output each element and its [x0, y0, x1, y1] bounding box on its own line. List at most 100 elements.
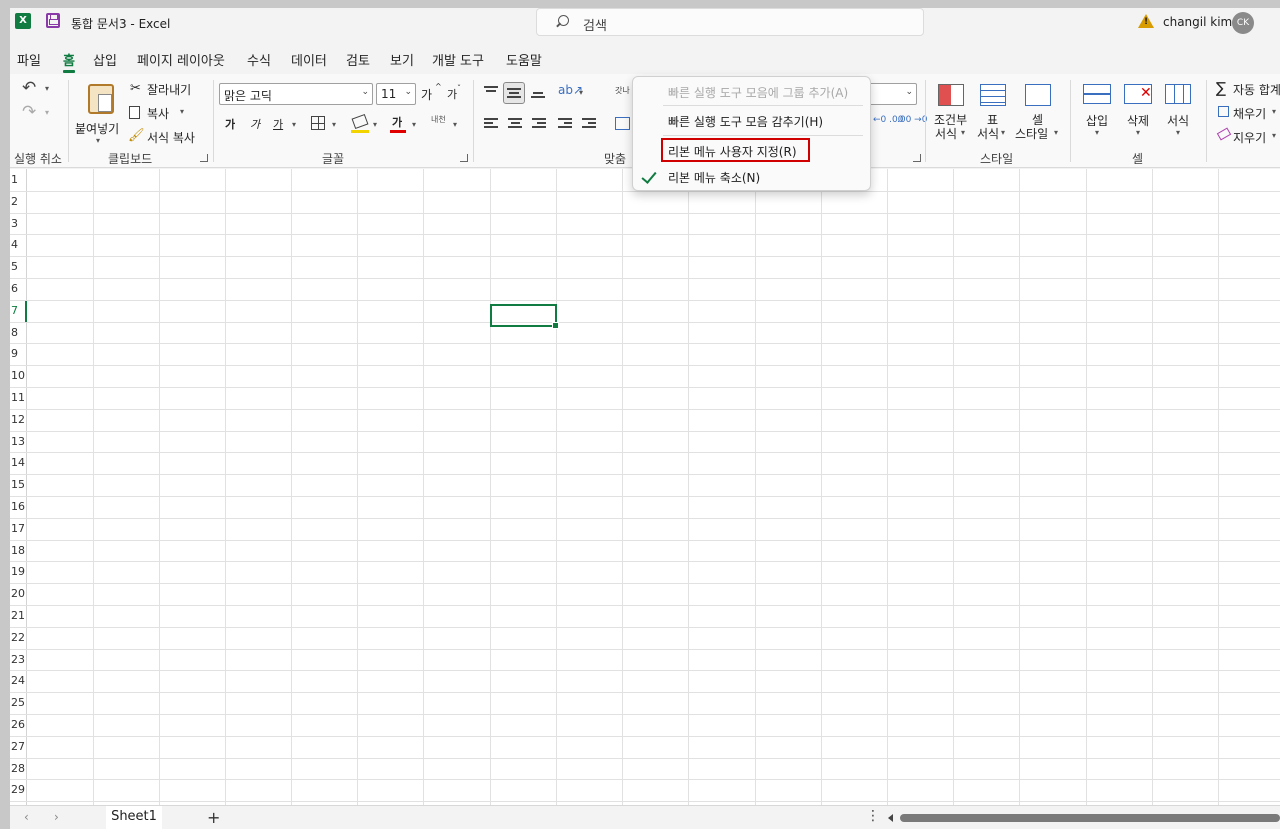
redo-dropdown-icon[interactable]: ▾ — [45, 108, 49, 117]
font-name-combo[interactable]: 맑은 고딕 ⌄ — [219, 83, 373, 105]
conditional-dropdown-icon[interactable]: ▾ — [961, 128, 965, 137]
worksheet-grid[interactable]: 1 2 3 4 5 6 7 8 9 10 11 12 13 14 15 16 17 18 19 20 21 22 23 24 2… — [10, 169, 1280, 805]
insert-cells-button[interactable]: 삽입 — [1086, 112, 1108, 129]
bold-button[interactable]: 가 — [225, 116, 235, 132]
number-format-combo[interactable]: ⌄ — [867, 83, 917, 105]
number-launcher-icon[interactable] — [913, 154, 921, 162]
row-header[interactable]: 27 — [10, 736, 27, 758]
autosum-icon[interactable]: ∑ — [1216, 79, 1226, 97]
delete-cells-button[interactable]: 삭제 — [1127, 112, 1149, 129]
autosum-button[interactable]: 자동 합계 — [1233, 81, 1280, 98]
align-right-icon[interactable] — [532, 118, 546, 130]
row-header[interactable]: 22 — [10, 627, 27, 649]
wrap-text-button[interactable]: 갓나 — [615, 85, 630, 96]
delete-dropdown-icon[interactable]: ▾ — [1136, 128, 1140, 137]
row-header[interactable]: 2 — [10, 191, 27, 213]
format-painter-icon[interactable]: 🖌 — [128, 128, 145, 143]
search-box[interactable]: 검색 — [536, 8, 924, 36]
fill-color-dropdown-icon[interactable]: ▾ — [373, 120, 377, 129]
tab-home[interactable]: 홈 — [63, 50, 75, 69]
redo-icon[interactable]: ↷ — [22, 102, 36, 122]
increase-indent-icon[interactable] — [582, 118, 596, 130]
paste-button[interactable]: 붙여넣기 — [75, 120, 119, 137]
copy-button[interactable]: 복사 — [147, 105, 169, 122]
conditional-format-icon[interactable] — [938, 84, 964, 106]
row-header[interactable]: 6 — [10, 278, 27, 300]
row-header[interactable]: 7 — [10, 299, 27, 322]
format-dropdown-icon[interactable]: ▾ — [1176, 128, 1180, 137]
tab-page-layout[interactable]: 페이지 레이아웃 — [137, 50, 225, 69]
row-header[interactable]: 8 — [10, 322, 27, 344]
fill-button[interactable]: 채우기 — [1233, 105, 1266, 122]
row-headers[interactable]: 1 2 3 4 5 6 7 8 9 10 11 12 13 14 15 16 17 18 19 20 21 22 23 24 2… — [10, 169, 27, 805]
shrink-font-button[interactable]: 가 — [447, 86, 457, 102]
font-color-dropdown-icon[interactable]: ▾ — [412, 120, 416, 129]
fill-color-icon[interactable] — [351, 113, 369, 130]
menu-item-hide-qat[interactable]: 빠른 실행 도구 모음 감추기(H) — [668, 113, 823, 130]
italic-button[interactable]: 가 — [250, 116, 260, 132]
tab-developer[interactable]: 개발 도구 — [432, 50, 484, 69]
tab-help[interactable]: 도움말 — [506, 50, 542, 69]
warning-icon[interactable]: ! — [1138, 14, 1154, 28]
tab-formulas[interactable]: 수식 — [247, 50, 271, 69]
clear-dropdown-icon[interactable]: ▾ — [1272, 131, 1276, 140]
delete-cells-icon[interactable]: ✕ — [1124, 84, 1152, 104]
cell-styles-dropdown-icon[interactable]: ▾ — [1054, 128, 1058, 137]
orientation-dropdown-icon[interactable]: ▾ — [579, 88, 583, 97]
row-header[interactable]: 16 — [10, 496, 27, 518]
menu-item-collapse-ribbon[interactable]: 리본 메뉴 축소(N) — [668, 169, 760, 186]
align-center-icon[interactable] — [508, 118, 522, 130]
font-color-button[interactable]: 가 — [392, 114, 402, 130]
conditional-format-label-2[interactable]: 서식 — [935, 125, 957, 142]
horizontal-scrollbar[interactable] — [900, 814, 1280, 822]
table-format-dropdown-icon[interactable]: ▾ — [1001, 128, 1005, 137]
undo-dropdown-icon[interactable]: ▾ — [45, 84, 49, 93]
row-header[interactable]: 4 — [10, 234, 27, 256]
row-header[interactable]: 28 — [10, 758, 27, 780]
row-header[interactable]: 11 — [10, 387, 27, 409]
row-header[interactable]: 21 — [10, 605, 27, 627]
fill-dropdown-icon[interactable]: ▾ — [1272, 107, 1276, 116]
row-header[interactable]: 23 — [10, 649, 27, 671]
row-header[interactable]: 1 — [10, 169, 27, 191]
cut-button[interactable]: 잘라내기 — [147, 81, 191, 98]
align-top-icon[interactable] — [484, 86, 498, 98]
menu-item-add-group-to-qat[interactable]: 빠른 실행 도구 모음에 그룹 추가(A) — [668, 84, 848, 101]
align-left-icon[interactable] — [484, 118, 498, 130]
row-header[interactable]: 17 — [10, 518, 27, 540]
row-header[interactable]: 29 — [10, 779, 27, 801]
next-sheet-icon[interactable]: › — [54, 810, 59, 824]
font-launcher-icon[interactable] — [460, 154, 468, 162]
user-name[interactable]: changil kim — [1163, 15, 1232, 29]
add-sheet-button[interactable]: + — [207, 808, 220, 827]
copy-icon[interactable] — [129, 106, 140, 119]
format-as-table-icon[interactable] — [980, 84, 1006, 106]
tab-view[interactable]: 보기 — [390, 50, 414, 69]
phonetic-dropdown-icon[interactable]: ▾ — [453, 120, 457, 129]
clipboard-launcher-icon[interactable] — [200, 154, 208, 162]
grow-font-button[interactable]: 가 — [421, 86, 432, 103]
format-cells-icon[interactable] — [1165, 84, 1191, 104]
fill-icon[interactable] — [1218, 106, 1229, 117]
row-header[interactable]: 12 — [10, 409, 27, 431]
tab-data[interactable]: 데이터 — [291, 50, 327, 69]
row-header[interactable]: 13 — [10, 431, 27, 453]
row-header[interactable]: 24 — [10, 670, 27, 692]
format-cells-button[interactable]: 서식 — [1167, 112, 1189, 129]
avatar[interactable]: CK — [1232, 12, 1254, 34]
decrease-indent-icon[interactable] — [558, 118, 572, 130]
borders-icon[interactable] — [311, 116, 325, 130]
eraser-icon[interactable] — [1216, 127, 1232, 141]
row-header[interactable]: 18 — [10, 540, 27, 562]
copy-dropdown-icon[interactable]: ▾ — [180, 107, 184, 116]
underline-button[interactable]: 가 — [273, 116, 283, 132]
row-header[interactable]: 10 — [10, 365, 27, 387]
cell-styles-icon[interactable] — [1025, 84, 1051, 106]
tab-insert[interactable]: 삽입 — [93, 50, 117, 69]
paste-dropdown-icon[interactable]: ▾ — [96, 136, 100, 145]
paste-icon[interactable] — [88, 84, 114, 114]
phonetic-button[interactable]: 내천 — [431, 114, 446, 125]
row-header[interactable]: 26 — [10, 714, 27, 736]
prev-sheet-icon[interactable]: ‹ — [24, 810, 29, 824]
tab-file[interactable]: 파일 — [17, 50, 41, 69]
